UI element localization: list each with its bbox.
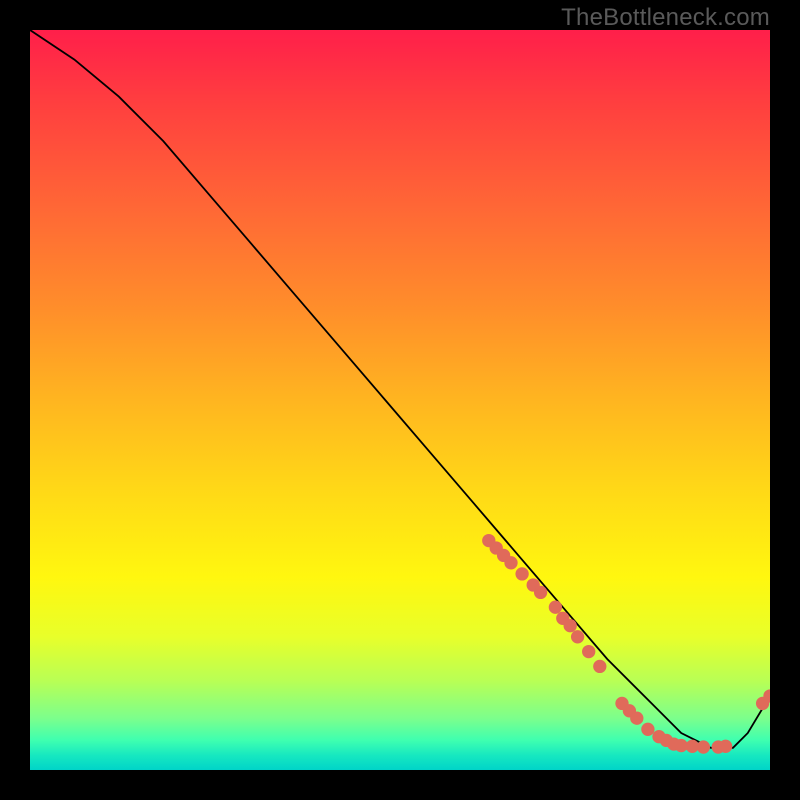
data-marker [719, 740, 732, 753]
data-marker [571, 630, 584, 643]
data-marker [582, 645, 595, 658]
data-markers [482, 534, 770, 754]
data-marker [564, 619, 577, 632]
data-marker [697, 740, 710, 753]
data-marker [593, 660, 606, 673]
watermark-text: TheBottleneck.com [561, 4, 770, 32]
plot-area [30, 30, 770, 770]
data-marker [534, 586, 547, 599]
data-marker [549, 601, 562, 614]
data-marker [515, 567, 528, 580]
data-marker [630, 712, 643, 725]
data-marker [504, 556, 517, 569]
data-marker [641, 723, 654, 736]
chart-svg [30, 30, 770, 770]
curve-line [30, 30, 770, 748]
chart-container: TheBottleneck.com [0, 0, 800, 800]
